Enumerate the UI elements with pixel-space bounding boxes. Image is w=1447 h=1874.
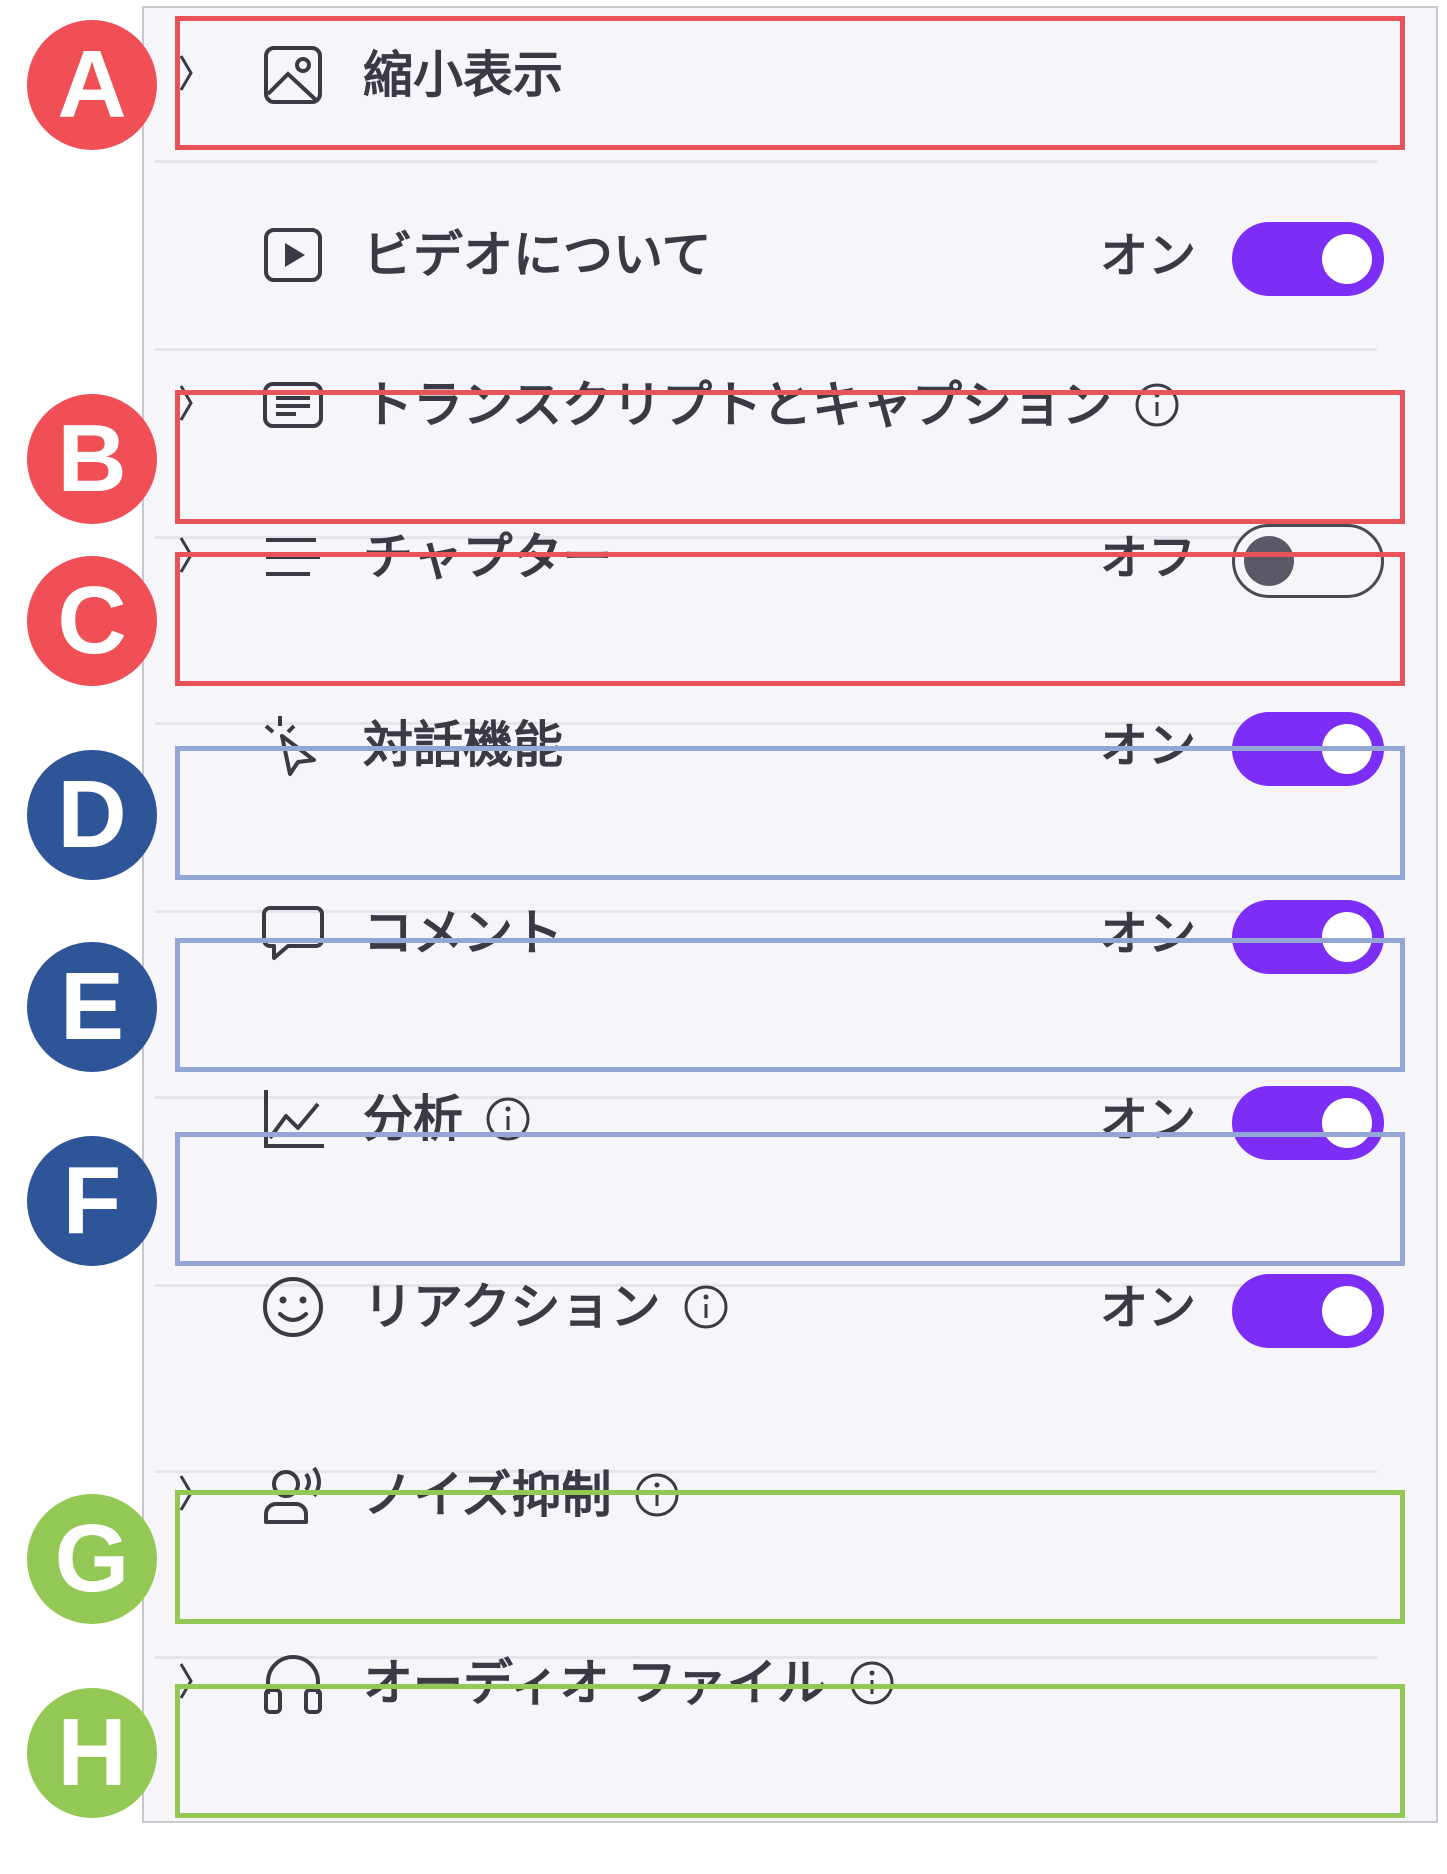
toggle-switch[interactable] — [1232, 222, 1384, 296]
annotation-badge: D — [27, 750, 157, 880]
toggle-state-text: オン — [1099, 1280, 1196, 1336]
setting-label-text: リアクション — [363, 1278, 661, 1336]
annotation-badge: C — [27, 556, 157, 686]
setting-label-text: ビデオについて — [363, 226, 712, 284]
annotation-badge: E — [27, 942, 157, 1072]
highlight-box-c — [175, 552, 1405, 686]
highlight-box-g — [175, 1490, 1405, 1624]
play-video-icon — [264, 228, 322, 282]
highlight-box-a — [175, 16, 1405, 150]
annotation-badge: B — [27, 394, 157, 524]
setting-label: ビデオについて — [363, 226, 712, 284]
annotation-badge: H — [27, 1688, 157, 1818]
setting-row-about-video: ビデオについて オン — [142, 180, 1438, 330]
toggle-knob — [1322, 1286, 1372, 1336]
setting-label: リアクション — [363, 1278, 729, 1336]
smiley-icon — [263, 1277, 323, 1337]
toggle-knob — [1322, 234, 1372, 284]
highlight-box-d — [175, 746, 1405, 880]
highlight-box-e — [175, 938, 1405, 1072]
divider — [155, 160, 1377, 163]
highlight-box-h — [175, 1684, 1405, 1818]
highlight-box-b — [175, 390, 1405, 524]
toggle-switch[interactable] — [1232, 1274, 1384, 1348]
annotation-badge: A — [27, 20, 157, 150]
highlight-box-f — [175, 1132, 1405, 1266]
annotation-badge: F — [27, 1136, 157, 1266]
info-icon[interactable] — [683, 1284, 729, 1330]
toggle-state-text: オン — [1099, 228, 1196, 284]
annotation-badge: G — [27, 1494, 157, 1624]
